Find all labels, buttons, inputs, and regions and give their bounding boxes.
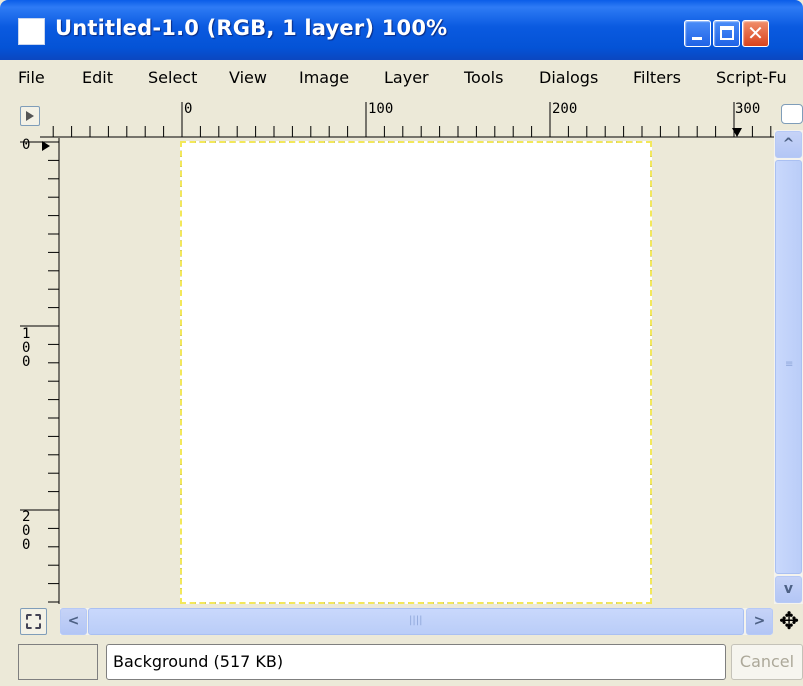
- scroll-right-button[interactable]: >: [746, 608, 773, 635]
- app-icon[interactable]: [18, 18, 45, 45]
- scroll-left-button[interactable]: <: [60, 608, 87, 635]
- move-icon[interactable]: ✥: [775, 606, 803, 636]
- canvas-viewport[interactable]: [60, 138, 772, 604]
- quick-mask-button[interactable]: [20, 106, 40, 126]
- horizontal-ruler-ticks: [40, 102, 780, 138]
- minimize-button[interactable]: [684, 20, 711, 47]
- cancel-button[interactable]: Cancel: [731, 644, 803, 680]
- menu-edit[interactable]: Edit: [82, 68, 113, 87]
- status-message: Background (517 KB): [106, 644, 726, 680]
- menu-tools[interactable]: Tools: [464, 68, 503, 87]
- chevron-down-icon: v: [783, 581, 794, 597]
- window-title: Untitled-1.0 (RGB, 1 layer) 100%: [55, 16, 448, 40]
- minimize-icon: [692, 37, 702, 40]
- vruler-label-100: 1 0 0: [22, 326, 31, 370]
- chevron-right-icon: >: [753, 613, 766, 629]
- play-icon: [26, 111, 34, 121]
- chevron-left-icon: <: [67, 613, 80, 629]
- menu-filters[interactable]: Filters: [633, 68, 681, 87]
- grip-icon: ≡: [785, 359, 794, 370]
- ruler-end-box: [781, 104, 803, 124]
- maximize-icon: [720, 26, 734, 40]
- vruler-label-200: 2 0 0: [22, 509, 31, 553]
- menu-select[interactable]: Select: [148, 68, 197, 87]
- grip-icon: ||||: [409, 615, 423, 626]
- chevron-up-icon: ^: [782, 136, 795, 152]
- close-button[interactable]: ✕: [742, 20, 769, 47]
- close-icon: ✕: [747, 21, 764, 45]
- hruler-label-200: 200: [552, 101, 578, 117]
- menu-view[interactable]: View: [229, 68, 267, 87]
- hruler-label-0: 0: [184, 101, 193, 117]
- scroll-down-button[interactable]: v: [775, 576, 802, 603]
- title-bar: Untitled-1.0 (RGB, 1 layer) 100% ✕: [0, 0, 803, 60]
- hruler-label-300: 300: [735, 101, 761, 117]
- horizontal-scroll-thumb[interactable]: ||||: [88, 608, 744, 635]
- menu-layer[interactable]: Layer: [384, 68, 429, 87]
- maximize-button[interactable]: [713, 20, 740, 47]
- menu-dialogs[interactable]: Dialogs: [539, 68, 598, 87]
- menu-script-fu[interactable]: Script-Fu: [716, 68, 787, 87]
- menu-file[interactable]: File: [18, 68, 45, 87]
- horizontal-scrollbar[interactable]: < |||| >: [60, 608, 773, 635]
- vruler-label-0: 0: [22, 137, 31, 153]
- hruler-label-100: 100: [368, 101, 394, 117]
- menu-image[interactable]: Image: [299, 68, 349, 87]
- scroll-up-button[interactable]: ^: [775, 131, 802, 158]
- menu-bar: File Edit Select View Image Layer Tools …: [0, 60, 803, 98]
- navigate-icon: [26, 614, 41, 629]
- vertical-ruler[interactable]: 0 1 0 0 2 0 0: [20, 138, 60, 604]
- pointer-coordinates: [18, 644, 98, 680]
- horizontal-ruler[interactable]: 0 100 200 300: [40, 101, 780, 138]
- navigate-button[interactable]: [20, 608, 47, 635]
- image-canvas[interactable]: [180, 141, 652, 604]
- vertical-scroll-thumb[interactable]: ≡: [775, 160, 802, 574]
- vertical-scrollbar[interactable]: ^ ≡ v: [774, 130, 803, 604]
